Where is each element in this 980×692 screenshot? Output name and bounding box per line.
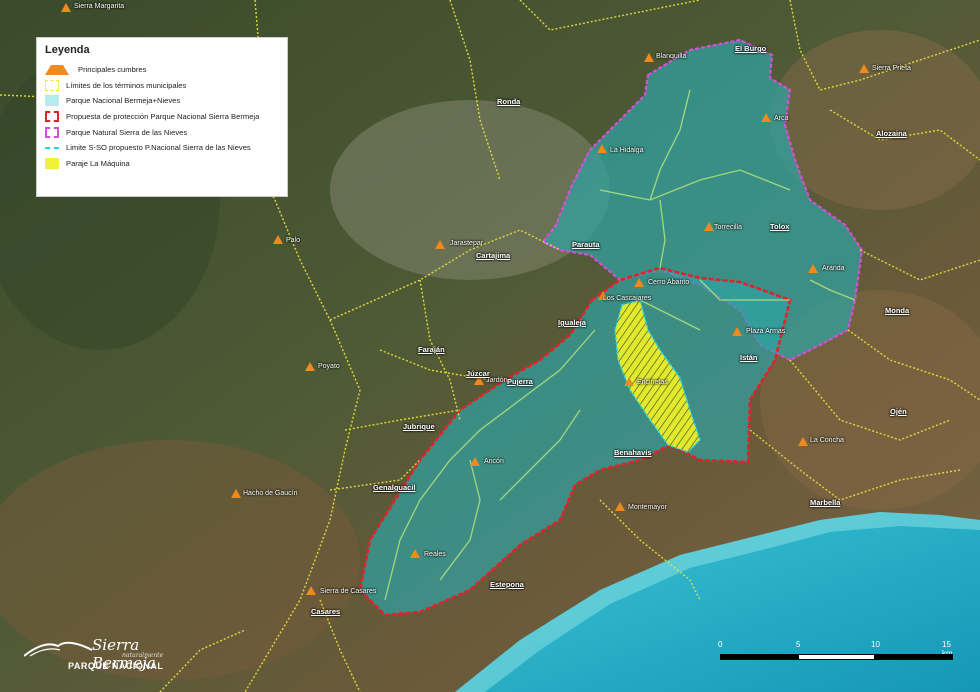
town-label: Jubrique [403,422,435,431]
peak-label: Sierra Prieta [872,65,911,72]
peak-label: Arca [774,115,789,122]
peak-marker [732,327,742,336]
peak-marker [808,264,818,273]
peak-marker [798,437,808,446]
town-label: Pujerra [507,377,533,386]
town-label: Parauta [572,240,600,249]
yellow-fill-icon [45,157,59,169]
legend-label: Límites de los términos municipales [66,80,187,90]
peak-marker [305,362,315,371]
town-label: Igualeja [558,318,586,327]
peak-label: La Concha [810,437,844,444]
red-dashed-box-icon [45,111,59,123]
peak-label: Blanquilla [656,53,687,60]
peak-marker [859,64,869,73]
town-label: Alozaina [876,129,907,138]
peak-label: La Hidalga [610,147,644,154]
legend-title: Leyenda [45,44,90,56]
peak-label: Ancón [484,458,504,465]
scale-segment [720,654,798,660]
legend-item: Principales cumbres [45,62,279,78]
town-label: Istán [740,353,758,362]
orange-triangle-icon [45,64,69,75]
peak-marker [435,240,445,249]
peak-label: Palo [286,237,301,244]
legend-label: Parque Natural Sierra de las Nieves [66,127,188,137]
peak-marker [597,144,607,153]
peak-marker [61,3,71,12]
peak-marker [624,377,634,386]
legend-label: Propuesta de protección Parque Nacional … [66,112,260,122]
scale-bar: 0 5 10 15 km [718,640,960,670]
peak-marker [306,586,316,595]
magenta-dashed-box-icon [45,126,59,138]
sierra-bermeja-logo: Sierra Bermeja naturalmente PARQUE NACIO… [22,632,192,676]
town-label: Cartajima [476,251,511,260]
legend-item: Paraje La Máquina [45,156,279,172]
peak-marker [410,549,420,558]
peak-marker [273,235,283,244]
peak-label: Aranda [822,265,845,272]
town-label: Marbella [810,498,841,507]
mountain-logo-icon [24,641,93,657]
peak-label: Torrecilla [714,224,743,231]
terrain-patch [330,100,610,280]
legend-label: Parque Nacional Bermeja+Nieves [66,96,181,106]
cyan-dashed-line-icon [45,146,59,149]
logo-subtitle: naturalmente [122,652,164,659]
town-label: Benahavís [614,448,652,457]
legend-label: Principales cumbres [78,65,147,75]
town-label: El Burgo [735,44,767,53]
peak-label: Hacho de Gaucín [243,490,298,497]
peak-marker [704,222,714,231]
legend-item: Propuesta de protección Parque Nacional … [45,109,279,125]
peak-marker [470,457,480,466]
peak-label: Plaza Armas [746,328,786,335]
peak-label: Jarastepar [450,240,484,247]
peak-marker [231,489,241,498]
town-label: Genalguacil [373,483,416,492]
legend-item: Limite S-SO propuesto P.Nacional Sierra … [45,140,279,156]
town-label: Faraján [418,345,445,354]
peak-label: Encinetas [637,379,668,386]
teal-fill-icon [45,95,59,107]
legend-item: Parque Nacional Bermeja+Nieves [45,93,279,109]
peak-label: Sierra de Casares [320,588,377,595]
map-legend: Leyenda Principales cumbres Límites de l… [36,37,288,197]
legend-item: Límites de los términos municipales [45,78,279,94]
scale-label: 0 [718,640,723,649]
peak-marker [761,113,771,122]
peak-label: Sierra Margarita [74,3,125,10]
peak-marker [634,278,644,287]
town-label: Júzcar [466,369,490,378]
peak-label: Reales [424,551,446,558]
scale-segment [798,654,875,660]
peak-label: Los Cascajares [603,295,652,302]
scale-segment [875,654,953,660]
scale-label: 5 [796,640,801,649]
scale-label: 10 [871,640,880,649]
legend-label: Limite S-SO propuesto P.Nacional Sierra … [66,143,251,153]
town-label: Monda [885,306,910,315]
town-label: Casares [311,607,341,616]
peak-label: Jardón [486,377,508,384]
peak-label: Cerro Abanto [648,279,690,286]
town-label: Tolox [770,222,790,231]
yellow-dashed-box-icon [45,79,59,91]
peak-label: Montemayor [628,504,667,511]
logo-parque-nacional: PARQUE NACIONAL [68,661,164,671]
town-label: Estepona [490,580,524,589]
legend-label: Paraje La Máquina [66,158,130,168]
legend-item: Parque Natural Sierra de las Nieves [45,124,279,140]
town-label: Ronda [497,97,521,106]
peak-marker [615,502,625,511]
town-label: Ojén [890,407,907,416]
peak-marker [644,53,654,62]
peak-label: Poyato [318,363,340,370]
